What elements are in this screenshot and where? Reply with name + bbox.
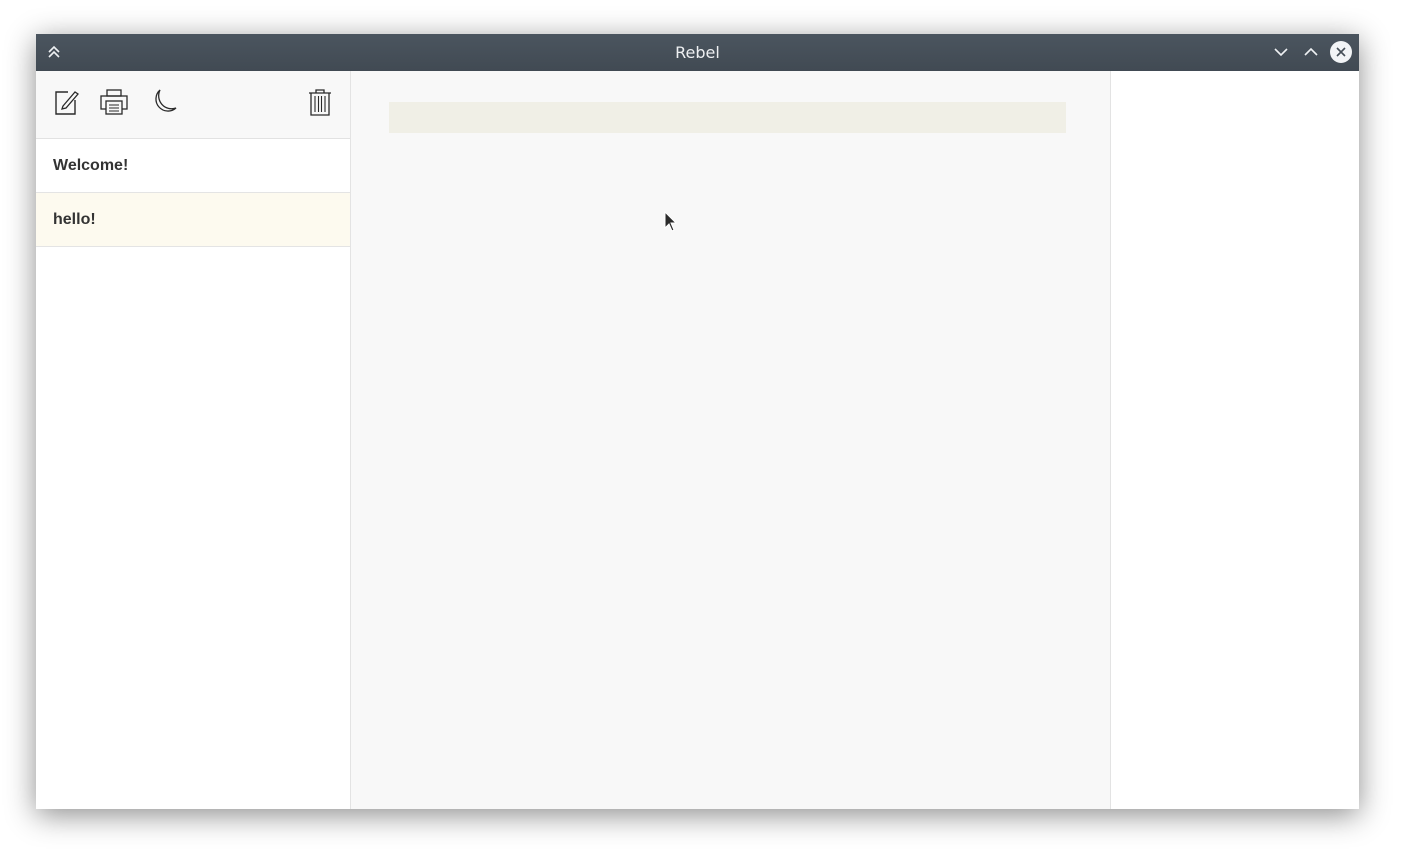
note-list: Welcome! hello! xyxy=(36,139,350,247)
print-icon xyxy=(100,89,128,115)
mouse-pointer-icon xyxy=(664,211,678,232)
close-icon xyxy=(1336,47,1346,57)
app-window: Rebel Welcome! hello! xyxy=(36,34,1359,809)
right-panel xyxy=(1111,71,1359,809)
chevron-up-icon xyxy=(1304,47,1318,56)
note-title: hello! xyxy=(53,210,96,228)
note-item-hello[interactable]: hello! xyxy=(36,193,350,247)
new-note-button[interactable] xyxy=(49,85,83,119)
sidebar-toolbar xyxy=(36,71,350,139)
delete-note-button[interactable] xyxy=(303,85,337,119)
window-title: Rebel xyxy=(675,43,720,62)
new-note-icon xyxy=(55,91,79,115)
print-button[interactable] xyxy=(97,85,131,119)
close-button[interactable] xyxy=(1329,40,1353,64)
moon-icon xyxy=(155,89,177,112)
minimize-button[interactable] xyxy=(1269,40,1293,64)
note-item-welcome[interactable]: Welcome! xyxy=(36,139,350,193)
titlebar[interactable]: Rebel xyxy=(36,34,1359,71)
sidebar: Welcome! hello! xyxy=(36,71,351,809)
maximize-button[interactable] xyxy=(1299,40,1323,64)
note-title-input[interactable] xyxy=(389,102,1066,133)
chevron-down-icon xyxy=(1274,48,1288,57)
editor-pane[interactable] xyxy=(351,71,1111,809)
note-title: Welcome! xyxy=(53,156,129,174)
night-mode-button[interactable] xyxy=(146,85,180,119)
trash-icon xyxy=(309,89,331,116)
